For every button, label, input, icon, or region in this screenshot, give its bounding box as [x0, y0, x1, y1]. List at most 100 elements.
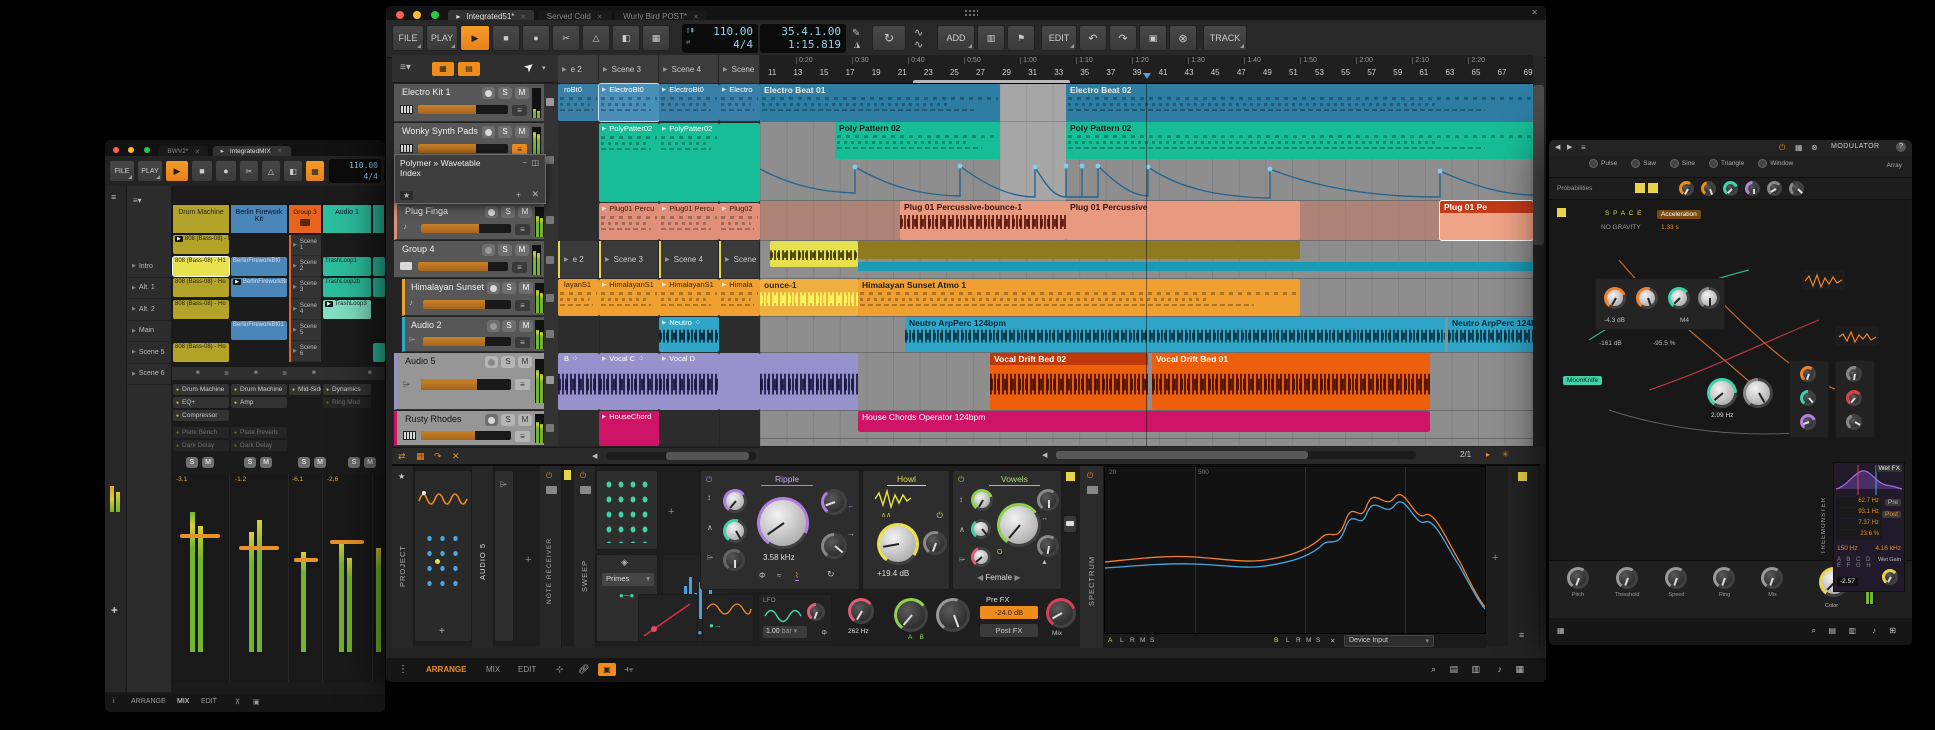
- view-arrange[interactable]: ARRANGE: [426, 665, 466, 674]
- group-scene-5[interactable]: Scene: [719, 241, 760, 278]
- mini-knob[interactable]: [1800, 414, 1816, 430]
- group-scene-slot[interactable]: Scene 1: [291, 235, 321, 256]
- display-profile-button[interactable]: ▦: [305, 160, 325, 182]
- arr-clip-house-chords[interactable]: House Chords Operator 124bpm: [858, 411, 1430, 432]
- scene-header-2[interactable]: e 2: [558, 55, 599, 83]
- device-chip[interactable]: Dark Delay: [173, 440, 229, 451]
- settings-icon[interactable]: ✚: [111, 606, 118, 615]
- group-scene-slot[interactable]: Scene 3: [291, 277, 321, 298]
- volume-bar[interactable]: [421, 431, 511, 440]
- group-scene-slot[interactable]: Scene 4: [291, 299, 321, 320]
- launcher-clip[interactable]: 808 (Bass-08) - Ho: [173, 300, 229, 319]
- stop-slot[interactable]: [546, 98, 554, 106]
- vowels-knob-2[interactable]: [971, 519, 991, 539]
- scroll-left-icon[interactable]: ◀: [592, 452, 597, 460]
- postfx-button[interactable]: Post FX: [980, 624, 1038, 637]
- launcher-clip[interactable]: TrashLoop1: [323, 257, 371, 276]
- ripple-knob-hi[interactable]: [821, 489, 847, 515]
- clip-neutro-s4[interactable]: Neutro ⁘: [659, 317, 719, 352]
- track-electro-kit[interactable]: Electro Kit 1 S M ≡: [394, 84, 544, 122]
- file-button[interactable]: FILE: [392, 25, 424, 51]
- arr-clip-plug-bounce[interactable]: Plug 01 Percussive-bounce-1: [900, 201, 1066, 240]
- arr-clip-vocal-tail[interactable]: [760, 353, 858, 410]
- array-label[interactable]: Array: [1886, 162, 1902, 169]
- meter-m2[interactable]: M: [1306, 637, 1311, 644]
- delete-icon[interactable]: ✕: [452, 451, 460, 462]
- device-chip[interactable]: Drum Machine: [173, 384, 229, 395]
- grid-module-a[interactable]: -4.3 dB M4: [1595, 278, 1725, 330]
- arrow-icon[interactable]: ⇄: [686, 38, 690, 46]
- vowels-knob-1[interactable]: [971, 489, 993, 511]
- arr-clip-neutro-a[interactable]: Neutro ArpPerc 124bpm: [905, 317, 1445, 352]
- osc-type-item[interactable]: Sine: [1670, 159, 1695, 168]
- pointer-tool-icon[interactable]: ➤: [521, 58, 538, 75]
- channel-header-audio2[interactable]: [372, 204, 385, 234]
- io-icon[interactable]: ⊼: [235, 698, 240, 706]
- mute-button[interactable]: M: [314, 457, 326, 468]
- undo-button[interactable]: ↶: [1079, 25, 1107, 51]
- clip-plug01-s3[interactable]: Plug01 Percu: [599, 203, 659, 240]
- add-icon[interactable]: +: [516, 190, 521, 200]
- group-scene-2[interactable]: e 2: [558, 241, 599, 278]
- clip-housechord-s3[interactable]: HouseChord: [599, 411, 659, 446]
- prob-block[interactable]: [1648, 183, 1658, 193]
- clip-himalayan-s3[interactable]: HimalayanS1: [599, 279, 659, 316]
- arm-button[interactable]: [485, 414, 498, 426]
- device-chip[interactable]: Ring Mod: [323, 397, 371, 408]
- meter-l2[interactable]: L: [1286, 637, 1290, 644]
- mini-knob[interactable]: [1800, 390, 1816, 406]
- close-icon[interactable]: ✕: [194, 148, 200, 156]
- solo-button[interactable]: S: [498, 87, 512, 99]
- add-icon[interactable]: +: [668, 506, 674, 518]
- add-icon[interactable]: +: [439, 626, 445, 637]
- track-rusty-rhodes[interactable]: Rusty Rhodes S M ≡: [394, 411, 544, 446]
- lane-menu-icon[interactable]: ≡: [512, 105, 527, 116]
- meter-s2[interactable]: S: [1316, 637, 1320, 644]
- grid-icon[interactable]: ▦: [1515, 664, 1524, 675]
- gain-value[interactable]: -2.57: [1837, 577, 1858, 586]
- record-button[interactable]: ●: [215, 160, 237, 182]
- vowel-selector[interactable]: ◀ Female ▶: [977, 573, 1020, 582]
- stop-all-icon[interactable]: ■: [312, 370, 316, 376]
- window-close-icon[interactable]: ✕: [1531, 8, 1538, 17]
- wave-chip[interactable]: [1801, 270, 1845, 290]
- play-button[interactable]: ▶: [165, 160, 189, 182]
- gravity-value[interactable]: 1.33 s: [1661, 224, 1679, 231]
- clip-vocal-c[interactable]: Vocal C ⁘: [599, 353, 659, 410]
- primes-dropdown[interactable]: Primes ▾: [602, 573, 654, 586]
- insert-marker[interactable]: [1518, 472, 1527, 481]
- metronome-button[interactable]: △: [582, 25, 610, 51]
- pre-toggle[interactable]: Pre: [1885, 499, 1901, 506]
- clipboard-icon[interactable]: ▣: [253, 698, 260, 706]
- arr-clip-poly-pattern-a[interactable]: Poly Pattern 02: [835, 122, 1000, 159]
- osc-type-item[interactable]: Window: [1758, 159, 1793, 168]
- minimize-button[interactable]: [128, 147, 134, 153]
- file-button[interactable]: FILE: [109, 160, 135, 182]
- launcher-clip[interactable]: BerlinFireworkBt0: [231, 257, 287, 276]
- strip-knob-group[interactable]: Ring: [1713, 567, 1735, 598]
- next-icon[interactable]: ▶: [1014, 573, 1020, 582]
- mini-knob[interactable]: [1846, 390, 1862, 406]
- info-icon[interactable]: i: [113, 698, 115, 705]
- arm-button[interactable]: [482, 87, 495, 99]
- file-icon[interactable]: ▤: [1828, 626, 1836, 635]
- arranger-ruler[interactable]: 0:200:300:400:501:001:101:201:301:401:50…: [760, 55, 1533, 84]
- arr-clip-plug-percussive[interactable]: Plug 01 Percussive: [1066, 201, 1300, 240]
- swap-icon[interactable]: ⇄: [398, 451, 406, 462]
- arr-clip-group-bounce[interactable]: [770, 241, 858, 267]
- clip-vocal-s2[interactable]: B ⁘: [558, 353, 599, 410]
- file-icon[interactable]: ▤: [1449, 664, 1458, 675]
- mute-button[interactable]: M: [515, 87, 529, 99]
- osc-type-item[interactable]: Saw: [1631, 159, 1656, 168]
- track-himalayan-sunset[interactable]: Himalayan Sunset S M ♪ ≡: [402, 279, 544, 316]
- channel-header-group3[interactable]: Group 3: [288, 204, 322, 234]
- group-scene-slot[interactable]: Scene 5: [291, 320, 321, 341]
- ripple-value[interactable]: 3.58 kHz: [763, 553, 795, 562]
- project-rail[interactable]: ★ PROJECT: [392, 466, 414, 648]
- punch-in-button[interactable]: ✂: [239, 160, 259, 182]
- mini-knob[interactable]: [1846, 366, 1862, 382]
- ripple-knob-rate[interactable]: [723, 489, 747, 513]
- insert-marker[interactable]: [1066, 472, 1075, 481]
- launcher-clip[interactable]: 808 (Bass-08) - Ho: [173, 235, 229, 254]
- transport-display[interactable]: 110.00 4/4: [329, 159, 381, 183]
